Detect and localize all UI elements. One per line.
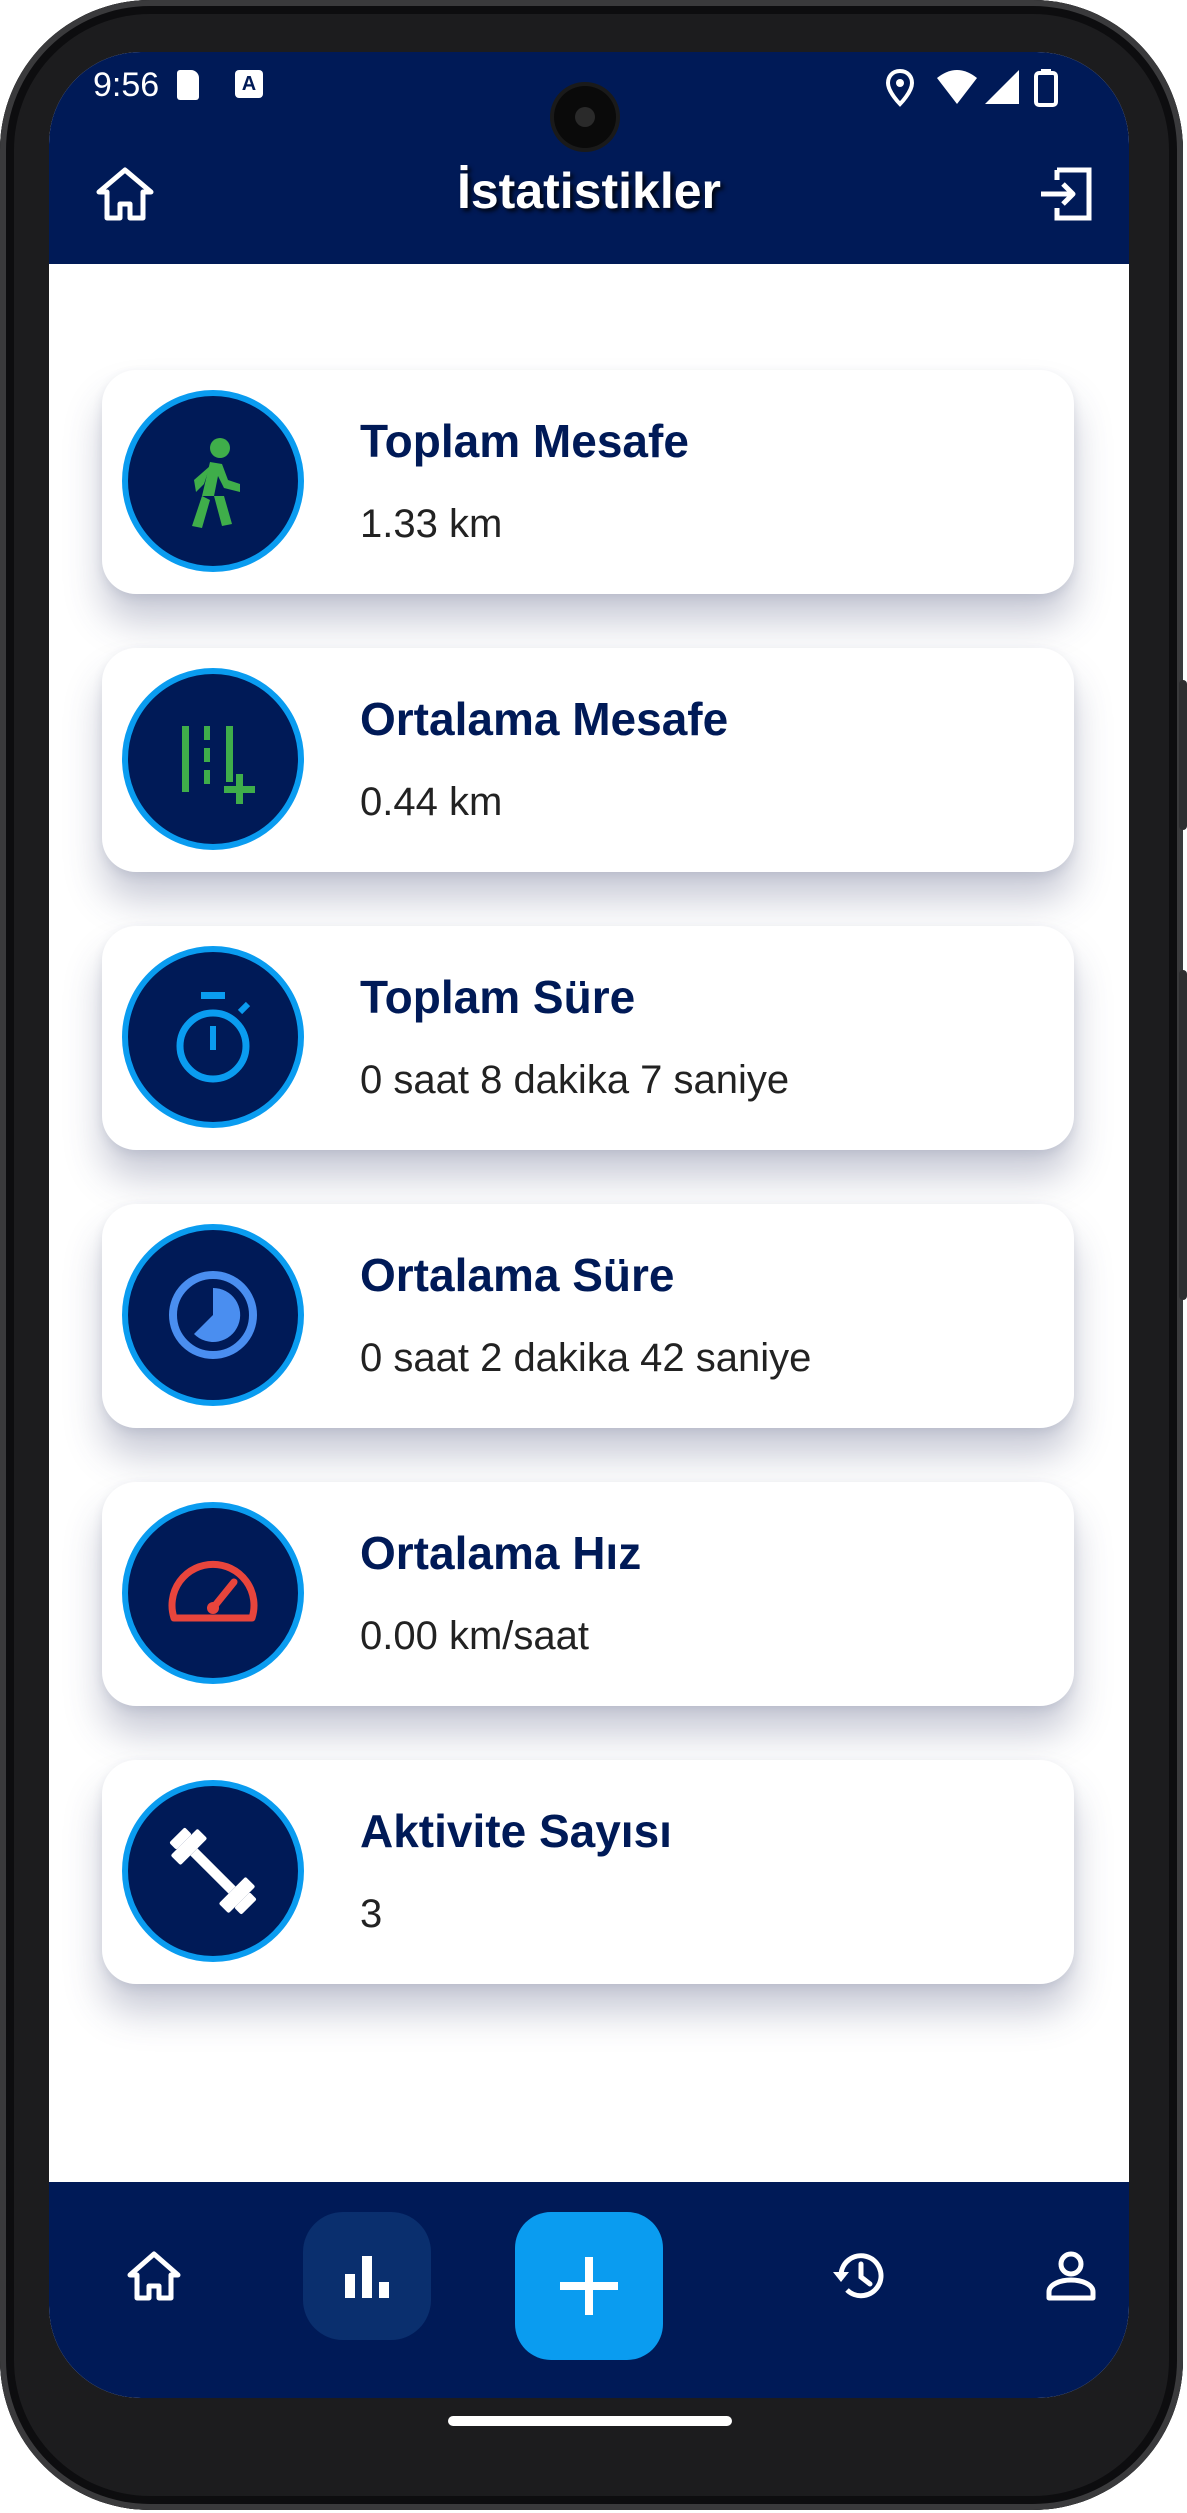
screen: 9:56 A İstatistikler Toplam Mesafe 1.33 …	[49, 52, 1129, 2398]
nav-history[interactable]	[795, 2212, 923, 2340]
nav-home[interactable]	[90, 2212, 218, 2340]
walking-icon	[192, 438, 240, 528]
front-camera	[554, 86, 616, 148]
stat-icon-circle	[122, 946, 304, 1128]
add-activity-button[interactable]	[515, 2212, 663, 2360]
keyboard-a-icon: A	[235, 70, 263, 98]
history-icon	[833, 2253, 884, 2299]
stat-value: 0 saat 2 dakika 42 saniye	[360, 1336, 812, 1380]
stat-icon-circle	[122, 1780, 304, 1962]
top-bar: 9:56 A İstatistikler	[49, 52, 1129, 264]
tally-plus-icon	[182, 726, 255, 804]
stat-value: 0 saat 8 dakika 7 saniye	[360, 1058, 790, 1102]
nav-statistics[interactable]	[303, 2212, 431, 2340]
stat-card-total-distance: Toplam Mesafe 1.33 km	[102, 370, 1074, 594]
profile-icon	[1046, 2251, 1096, 2301]
stat-card-activity-count: Aktivite Sayısı 3	[102, 1760, 1074, 1984]
stat-icon-circle	[122, 1502, 304, 1684]
wifi-icon	[937, 70, 977, 104]
stat-card-average-speed: Ortalama Hız 0.00 km/saat	[102, 1482, 1074, 1706]
stat-icon-circle	[122, 668, 304, 850]
stat-value: 0.00 km/saat	[360, 1614, 590, 1658]
stat-icon-circle	[122, 1224, 304, 1406]
stat-value: 3	[360, 1892, 383, 1936]
stat-title: Aktivite Sayısı	[360, 1805, 672, 1857]
home-icon	[127, 2251, 181, 2301]
stopwatch-icon	[176, 992, 251, 1083]
status-time: 9:56	[93, 66, 160, 104]
bottom-navigation	[49, 2182, 1129, 2398]
stat-title: Ortalama Süre	[360, 1249, 675, 1301]
pie-clock-icon	[169, 1271, 257, 1359]
logout-icon	[1041, 167, 1092, 221]
volume-button	[1179, 680, 1187, 830]
nav-profile[interactable]	[1007, 2212, 1129, 2340]
stat-card-average-time: Ortalama Süre 0 saat 2 dakika 42 saniye	[102, 1204, 1074, 1428]
stat-title: Toplam Mesafe	[360, 415, 689, 467]
stat-value: 0.44 km	[360, 780, 503, 824]
logout-button[interactable]	[1035, 162, 1099, 226]
stat-title: Ortalama Mesafe	[360, 693, 729, 745]
stat-card-average-distance: Ortalama Mesafe 0.44 km	[102, 648, 1074, 872]
stat-title: Toplam Süre	[360, 971, 636, 1023]
location-icon	[885, 68, 915, 107]
gesture-bar[interactable]	[448, 2416, 732, 2426]
battery-icon	[1034, 69, 1058, 107]
signal-icon	[985, 70, 1019, 104]
add-icon	[560, 2257, 618, 2315]
stat-title: Ortalama Hız	[360, 1527, 642, 1579]
dumbbell-icon	[169, 1827, 257, 1915]
phone-frame: 9:56 A İstatistikler Toplam Mesafe 1.33 …	[0, 0, 1187, 2513]
sd-card-icon	[177, 70, 199, 100]
power-button	[1179, 970, 1187, 1300]
speedometer-icon	[168, 1560, 258, 1622]
stat-value: 1.33 km	[360, 502, 503, 546]
stat-card-total-time: Toplam Süre 0 saat 8 dakika 7 saniye	[102, 926, 1074, 1150]
stats-list: Toplam Mesafe 1.33 km Ortalama Mesafe 0.…	[49, 264, 1129, 2234]
stat-icon-circle	[122, 390, 304, 572]
page-title: İstatistikler	[456, 163, 721, 219]
bar-chart-icon	[345, 2256, 389, 2298]
